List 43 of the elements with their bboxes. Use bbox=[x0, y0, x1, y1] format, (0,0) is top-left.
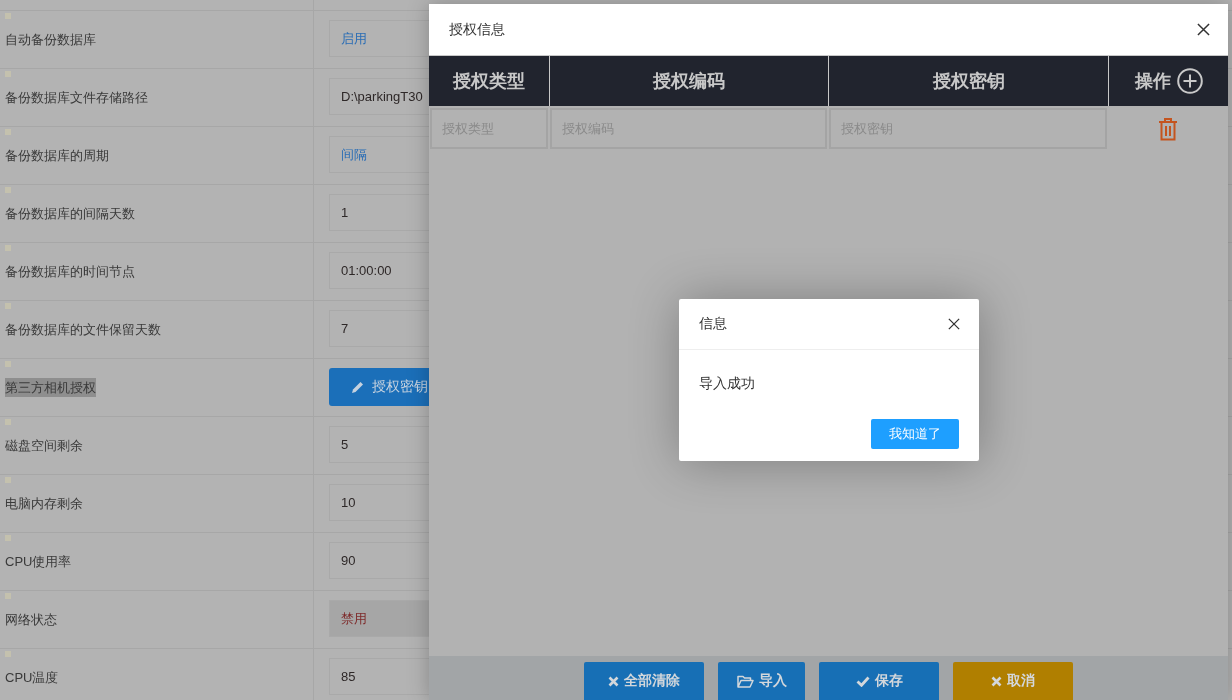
close-icon[interactable] bbox=[1197, 23, 1210, 36]
column-header: 授权编码 bbox=[653, 70, 725, 93]
input-field[interactable]: D:\parkingT30 bbox=[329, 78, 429, 115]
select-field[interactable]: 间隔 bbox=[329, 136, 429, 173]
setting-label: 网络状态 bbox=[5, 611, 57, 629]
column-header: 授权类型 bbox=[453, 70, 525, 93]
input-field[interactable]: 10 bbox=[329, 484, 429, 521]
footer-button[interactable]: 取消 bbox=[953, 662, 1073, 700]
setting-label: CPU温度 bbox=[5, 669, 59, 687]
column-header: 操作 bbox=[1134, 70, 1171, 93]
pencil-icon bbox=[352, 381, 364, 393]
dialog-title: 授权信息 bbox=[449, 20, 505, 39]
ok-button[interactable]: 我知道了 bbox=[871, 419, 959, 449]
setting-label: 备份数据库的文件保留天数 bbox=[5, 321, 161, 339]
setting-label: 自动备份数据库 bbox=[5, 31, 96, 49]
input-field[interactable]: 1 bbox=[329, 194, 429, 231]
setting-label: CPU使用率 bbox=[5, 553, 72, 571]
setting-label: 第三方相机授权 bbox=[5, 378, 96, 397]
input-field[interactable]: 5 bbox=[329, 426, 429, 463]
footer-button[interactable]: 全部清除 bbox=[584, 662, 704, 700]
cross-icon bbox=[608, 675, 619, 687]
footer-button[interactable]: 导入 bbox=[718, 662, 805, 700]
column-header: 授权密钥 bbox=[932, 70, 1005, 93]
setting-label: 电脑内存剩余 bbox=[5, 495, 83, 513]
input-field[interactable]: 90 bbox=[329, 542, 429, 579]
input-field[interactable]: 01:00:00 bbox=[329, 252, 429, 289]
select-field[interactable]: 启用 bbox=[329, 20, 429, 57]
footer-button[interactable]: 保存 bbox=[819, 662, 939, 700]
folder-icon bbox=[736, 674, 754, 688]
setting-label: 备份数据库的周期 bbox=[5, 147, 109, 165]
dialog-title: 信息 bbox=[699, 315, 727, 333]
auth-key-button[interactable]: 授权密钥 bbox=[329, 368, 429, 406]
check-icon bbox=[855, 675, 870, 687]
input-field[interactable]: 7 bbox=[329, 310, 429, 347]
close-icon[interactable] bbox=[948, 318, 960, 330]
setting-label: 备份数据库的间隔天数 bbox=[5, 205, 135, 223]
plus-circle-icon[interactable] bbox=[1176, 68, 1203, 94]
cross-icon bbox=[991, 675, 1002, 687]
setting-label: 备份数据库文件存储路径 bbox=[5, 89, 148, 107]
input-field[interactable]: 85 bbox=[329, 658, 429, 695]
message-text: 导入成功 bbox=[699, 375, 755, 391]
setting-label: 备份数据库的时间节点 bbox=[5, 263, 135, 281]
setting-label: 磁盘空间剩余 bbox=[5, 437, 83, 455]
